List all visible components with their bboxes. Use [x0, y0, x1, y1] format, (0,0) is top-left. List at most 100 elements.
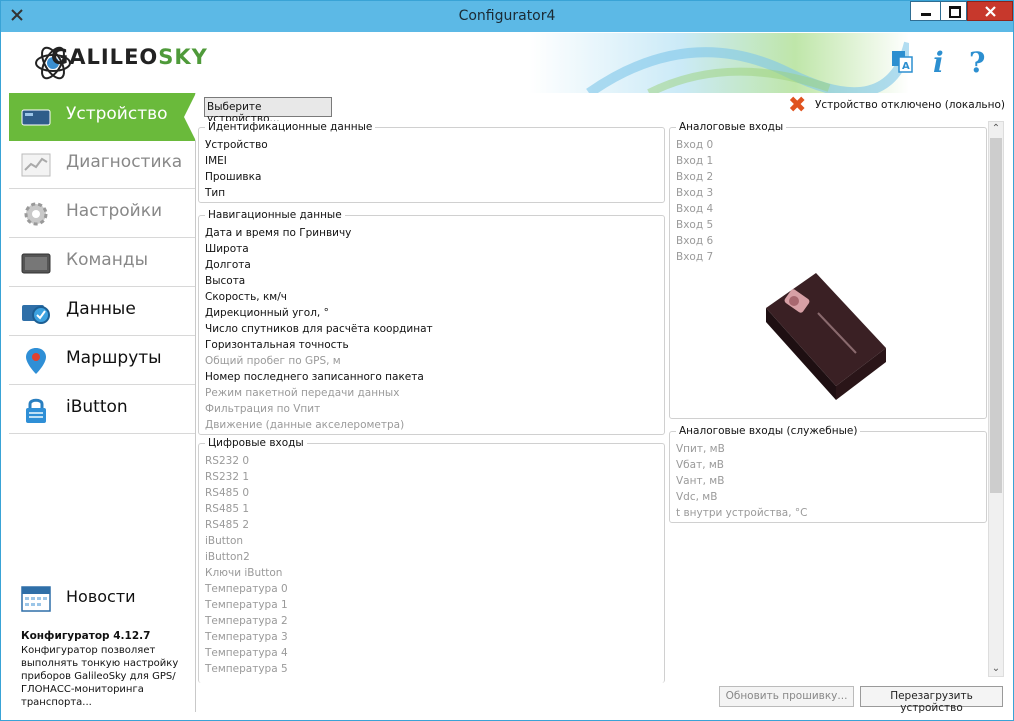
field-ibutton-keys: Ключи iButton — [205, 567, 283, 579]
field-internal-temp: t внутри устройства, °C — [676, 507, 808, 519]
sidebar-item-label: Диагностика — [66, 152, 183, 172]
field-vant: Vант, мВ — [676, 475, 725, 487]
field-input-5: Вход 5 — [676, 219, 714, 231]
version-description: Конфигуратор позволяет выполнять тонкую … — [21, 645, 179, 708]
device-image — [766, 273, 886, 400]
sidebar-item-label: Маршруты — [66, 348, 162, 368]
select-device-button[interactable]: Выберите устройство... — [204, 97, 332, 125]
maximize-button[interactable] — [940, 1, 967, 21]
field-utc-datetime: Дата и время по Гринвичу — [205, 227, 352, 239]
app-header: GALILEOSKY A i ? — [9, 33, 1007, 93]
scroll-thumb[interactable] — [990, 138, 1002, 493]
status-text: Устройство отключено (локально) — [814, 99, 1005, 111]
map-pin-icon — [26, 348, 46, 374]
minimize-icon — [921, 13, 931, 16]
logo-text: GALILEOSKY — [51, 45, 208, 69]
lock-icon — [26, 398, 46, 423]
minimize-button[interactable] — [910, 1, 940, 21]
field-firmware: Прошивка — [205, 171, 262, 183]
field-temperature-3: Температура 3 — [205, 631, 288, 643]
field-heading: Дирекционный угол, ° — [205, 307, 329, 319]
calendar-icon — [21, 586, 51, 612]
data-icon — [22, 305, 50, 324]
vertical-scrollbar[interactable]: ⌃ ⌄ — [988, 121, 1004, 677]
help-icon[interactable]: ? — [969, 46, 985, 79]
sidebar-item-label: Команды — [66, 250, 149, 270]
field-batch-mode: Режим пакетной передачи данных — [205, 387, 400, 399]
sidebar-item-label: Новости — [66, 587, 136, 606]
identification-group: Идентификационные данные Устройство IMEI… — [198, 121, 665, 203]
field-vbat: Vбат, мВ — [676, 459, 725, 471]
title-bar[interactable]: Configurator4 — [1, 1, 1013, 32]
chevron-up-icon[interactable]: ⌃ — [989, 122, 1003, 136]
field-input-4: Вход 4 — [676, 203, 714, 215]
sidebar-item-label: iButton — [66, 397, 128, 417]
field-device: Устройство — [205, 139, 268, 151]
field-temperature-2: Температура 2 — [205, 615, 288, 627]
field-altitude: Высота — [205, 275, 246, 287]
sidebar-item-routes[interactable]: Маршруты — [9, 337, 195, 385]
sidebar: Устройство Диагностика Настройки Команды… — [9, 93, 196, 712]
sidebar-item-news[interactable]: Новости — [9, 578, 195, 618]
field-type: Тип — [205, 187, 226, 199]
field-temperature-1: Температура 1 — [205, 599, 288, 611]
info-icon[interactable]: i — [933, 46, 944, 79]
field-rs485-1: RS485 1 — [205, 503, 250, 515]
digital-inputs-group: Цифровые входы RS232 0 RS232 1 RS485 0 R… — [198, 437, 665, 683]
sidebar-item-label: Данные — [66, 299, 136, 319]
field-vdc: Vdc, мВ — [676, 491, 718, 503]
group-title: Цифровые входы — [205, 437, 307, 449]
sidebar-item-settings[interactable]: Настройки — [9, 190, 195, 238]
device-panel: Выберите устройство... ✖ Устройство откл… — [196, 93, 1007, 714]
connection-status: ✖ Устройство отключено (локально) — [788, 93, 1005, 118]
sidebar-item-commands[interactable]: Команды — [9, 239, 195, 287]
chart-icon — [21, 153, 51, 177]
field-rs485-2: RS485 2 — [205, 519, 250, 531]
field-rs232-0: RS232 0 — [205, 455, 250, 467]
group-title: Аналоговые входы — [676, 121, 787, 133]
chevron-down-icon[interactable]: ⌄ — [989, 662, 1003, 676]
sidebar-item-label: Настройки — [66, 201, 163, 221]
field-input-3: Вход 3 — [676, 187, 714, 199]
field-input-1: Вход 1 — [676, 155, 714, 167]
terminal-icon — [21, 253, 51, 274]
device-icon — [21, 109, 51, 126]
field-rs485-0: RS485 0 — [205, 487, 250, 499]
analog-service-group: Аналоговые входы (служебные) Vпит, мВ Vб… — [669, 425, 987, 523]
field-input-2: Вход 2 — [676, 171, 714, 183]
field-input-0: Вход 0 — [676, 139, 714, 151]
svg-text:A: A — [902, 61, 910, 72]
translate-icon: A — [892, 51, 913, 73]
update-firmware-button[interactable]: Обновить прошивку... — [719, 686, 854, 707]
field-temperature-4: Температура 4 — [205, 647, 288, 659]
group-title: Навигационные данные — [205, 209, 345, 221]
sidebar-item-device[interactable]: Устройство — [9, 93, 196, 141]
field-last-packet: Номер последнего записанного пакета — [205, 371, 424, 383]
active-arrow — [184, 93, 196, 141]
field-longitude: Долгота — [205, 259, 251, 271]
reboot-device-button[interactable]: Перезагрузить устройство — [860, 686, 1003, 714]
field-temperature-0: Температура 0 — [205, 583, 288, 595]
maximize-icon — [949, 6, 961, 18]
navigation-group: Навигационные данные Дата и время по Гри… — [198, 209, 665, 435]
field-ibutton: iButton — [205, 535, 244, 547]
field-rs232-1: RS232 1 — [205, 471, 250, 483]
group-title: Аналоговые входы (служебные) — [676, 425, 861, 437]
sidebar-item-ibutton[interactable]: iButton — [9, 386, 195, 434]
group-title: Идентификационные данные — [205, 121, 376, 133]
field-ibutton2: iButton2 — [205, 551, 250, 563]
field-gps-mileage: Общий пробег по GPS, м — [205, 355, 341, 367]
sidebar-item-data[interactable]: Данные — [9, 288, 195, 336]
field-speed: Скорость, км/ч — [205, 291, 287, 303]
sidebar-item-diagnostics[interactable]: Диагностика — [9, 141, 195, 189]
field-latitude: Широта — [205, 243, 249, 255]
close-button[interactable] — [967, 1, 1013, 21]
field-hdop: Горизонтальная точность — [205, 339, 349, 351]
sidebar-item-label: Устройство — [66, 104, 168, 124]
field-satellites: Число спутников для расчёта координат — [205, 323, 433, 335]
close-icon — [985, 6, 996, 17]
field-input-6: Вход 6 — [676, 235, 714, 247]
field-vpit: Vпит, мВ — [676, 443, 725, 455]
language-icon[interactable]: A — [891, 49, 913, 78]
field-input-7: Вход 7 — [676, 251, 714, 263]
